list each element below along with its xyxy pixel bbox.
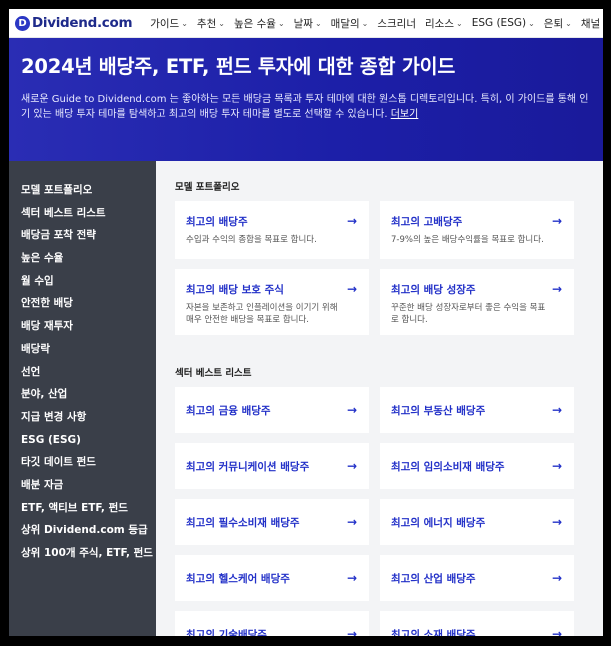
chevron-down-icon: ⌄ [218,18,225,28]
section-title-sector-best: 섹터 베스트 리스트 [175,368,252,379]
arrow-right-icon: → [551,403,562,417]
card-materials[interactable]: 최고의 소재 배당주 → [380,611,574,636]
page-content: 모델 포트폴리오 섹터 베스트 리스트 배당금 포착 전략 높은 수율 월 수입… [9,161,603,636]
sidebar-item-sector-industry[interactable]: 분야, 산업 [9,383,156,406]
card-technology[interactable]: 최고의 기술배당주 → [175,611,369,636]
arrow-right-icon: → [551,571,562,585]
arrow-right-icon: → [346,214,357,228]
card-dividend-growth[interactable]: 최고의 배당 성장주 꾸준한 배당 성장자로부터 좋은 수익을 목표로 합니다.… [380,269,574,335]
chevron-down-icon: ⌄ [565,18,572,28]
card-healthcare[interactable]: 최고의 헬스케어 배당주 → [175,555,369,601]
site-logo[interactable]: D Dividend.com [15,15,133,31]
arrow-right-icon: → [346,515,357,529]
arrow-right-icon: → [551,627,562,636]
arrow-right-icon: → [346,459,357,473]
arrow-right-icon: → [551,282,562,296]
page-title: 2024년 배당주, ETF, 펀드 투자에 대한 종합 가이드 [21,55,456,78]
sidebar-item-capture-strategy[interactable]: 배당금 포착 전략 [9,224,156,247]
sidebar-item-reinvestment[interactable]: 배당 재투자 [9,315,156,338]
browser-viewport: D Dividend.com 가이드 ⌄ 추천 ⌄ 높은 수율 ⌄ 날짜 ⌄ 매달의 ⌄ … [9,9,603,636]
arrow-right-icon: → [551,214,562,228]
card-consumer-discretionary[interactable]: 최고의 임의소비재 배당주 → [380,443,574,489]
logo-icon: D [15,15,30,31]
chevron-down-icon: ⌄ [277,18,285,28]
nav-item-monthly[interactable]: 매달의 ⌄ [331,16,369,31]
sidebar: 모델 포트폴리오 섹터 베스트 리스트 배당금 포착 전략 높은 수율 월 수입… [9,161,156,636]
card-real-estate[interactable]: 최고의 부동산 배당주 → [380,387,574,433]
sidebar-item-esg[interactable]: ESG (ESG) [9,429,156,452]
nav-item-retirement[interactable]: 은퇴 ⌄ [544,16,572,31]
arrow-right-icon: → [346,627,357,636]
sidebar-item-ex-dividend[interactable]: 배당락 [9,338,156,361]
hero-description: 새로운 Guide to Dividend.com 는 좋아하는 모든 배당금 … [21,94,589,120]
sidebar-item-safe-dividend[interactable]: 안전한 배당 [9,292,156,315]
arrow-right-icon: → [551,459,562,473]
card-financial[interactable]: 최고의 금융 배당주 → [175,387,369,433]
sector-grid: 최고의 금융 배당주 → 최고의 부동산 배당주 → 최고의 커뮤니케이션 배당… [175,387,603,636]
sidebar-item-top-ratings[interactable]: 상위 Dividend.com 등급 [9,519,156,542]
sidebar-item-payout-changes[interactable]: 지급 변경 사항 [9,406,156,429]
sidebar-item-target-date[interactable]: 타깃 데이트 펀드 [9,451,156,474]
nav-item-screener[interactable]: 스크리너 [377,16,416,31]
chevron-down-icon: ⌄ [602,19,603,28]
arrow-right-icon: → [551,515,562,529]
card-energy[interactable]: 최고의 에너지 배당주 → [380,499,574,545]
sidebar-item-declaration[interactable]: 선언 [9,361,156,384]
nav-item-high-yield[interactable]: 높은 수율 ⌄ [234,16,285,31]
sidebar-item-high-yield[interactable]: 높은 수율 [9,247,156,270]
chevron-down-icon: ⌄ [361,18,369,28]
sidebar-item-distribution[interactable]: 배분 자금 [9,474,156,497]
chevron-down-icon: ⌄ [455,18,463,28]
nav-menu: 가이드 ⌄ 추천 ⌄ 높은 수율 ⌄ 날짜 ⌄ 매달의 ⌄ 스크리너 리소스 ⌄ ESG (… [150,16,603,31]
chevron-down-icon: ⌄ [528,18,535,28]
arrow-right-icon: → [346,571,357,585]
logo-text: Dividend.com [32,15,133,31]
nav-item-resources[interactable]: 리소스 ⌄ [425,16,463,31]
card-communication[interactable]: 최고의 커뮤니케이션 배당주 → [175,443,369,489]
chevron-down-icon: ⌄ [314,18,322,28]
main-content: 모델 포트폴리오 최고의 배당주 수입과 수익의 종합을 목표로 합니다. → … [156,161,603,636]
arrow-right-icon: → [346,403,357,417]
card-consumer-staples[interactable]: 최고의 필수소비재 배당주 → [175,499,369,545]
sidebar-item-etf-funds[interactable]: ETF, 액티브 ETF, 펀드 [9,497,156,520]
nav-item-recommend[interactable]: 추천 ⌄ [197,16,225,31]
model-portfolio-grid: 최고의 배당주 수입과 수익의 종합을 목표로 합니다. → 최고의 고배당주 … [175,201,603,259]
chevron-down-icon: ⌄ [181,18,188,28]
section-title-model-portfolio: 모델 포트폴리오 [175,182,240,193]
hero-banner: 2024년 배당주, ETF, 펀드 투자에 대한 종합 가이드 새로운 Gui… [9,38,603,161]
sidebar-item-model-portfolio[interactable]: 모델 포트폴리오 [9,179,156,202]
read-more-link[interactable]: 더보기 [391,109,419,120]
card-best-dividend[interactable]: 최고의 배당주 수입과 수익의 종합을 목표로 합니다. → [175,201,369,259]
nav-item-guide[interactable]: 가이드 ⌄ [150,16,188,31]
top-navigation: D Dividend.com 가이드 ⌄ 추천 ⌄ 높은 수율 ⌄ 날짜 ⌄ 매달의 ⌄ … [9,9,603,38]
arrow-right-icon: → [346,282,357,296]
card-dividend-protection[interactable]: 최고의 배당 보호 주식 자본을 보존하고 인플레이션을 이기기 위해 매우 안… [175,269,369,335]
nav-item-channels[interactable]: 채널⌄ [581,16,603,31]
nav-item-esg[interactable]: ESG (ESG) ⌄ [472,16,535,31]
card-high-dividend[interactable]: 최고의 고배당주 7-9%의 높은 배당수익률을 목표로 합니다. → [380,201,574,259]
sidebar-item-top-100[interactable]: 상위 100개 주식, ETF, 펀드 [9,542,156,565]
card-industrials[interactable]: 최고의 산업 배당주 → [380,555,574,601]
sidebar-item-monthly-income[interactable]: 월 수입 [9,270,156,293]
nav-item-dates[interactable]: 날짜 ⌄ [294,16,322,31]
sidebar-item-sector-best[interactable]: 섹터 베스트 리스트 [9,202,156,225]
model-portfolio-grid-row2: 최고의 배당 보호 주식 자본을 보존하고 인플레이션을 이기기 위해 매우 안… [175,269,603,335]
